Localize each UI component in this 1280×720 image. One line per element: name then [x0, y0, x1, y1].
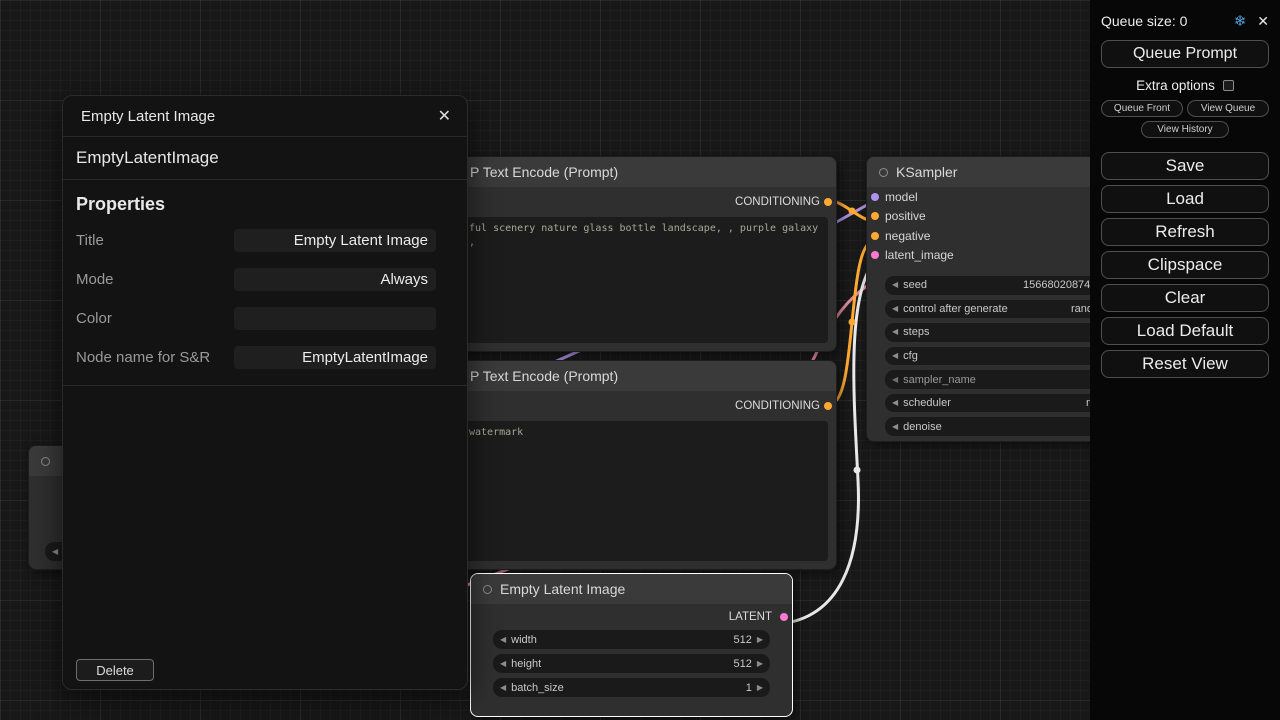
close-icon[interactable]: ✕	[1257, 13, 1269, 30]
widget-name: batch_size	[511, 682, 564, 694]
view-history-button[interactable]: View History	[1141, 121, 1229, 138]
node-title: P Text Encode (Prompt)	[470, 164, 618, 180]
field-label-mode: Mode	[76, 271, 114, 288]
properties-heading: Properties	[63, 180, 467, 219]
node-type-name: EmptyLatentImage	[63, 137, 467, 180]
output-label: CONDITIONING	[735, 196, 820, 208]
reset-view-button[interactable]: Reset View	[1101, 350, 1269, 378]
widget-name: control after generate	[903, 303, 1008, 315]
arrow-left-icon[interactable]: ◀	[500, 684, 506, 692]
collapse-dot[interactable]	[879, 168, 888, 177]
arrow-left-icon[interactable]: ◀	[892, 352, 898, 360]
node-empty-latent-image[interactable]: Empty Latent Image LATENT ◀ width 512 ▶ …	[470, 573, 793, 717]
view-queue-button[interactable]: View Queue	[1187, 100, 1269, 117]
input-label: positive	[885, 209, 926, 223]
widget-name: cfg	[903, 350, 918, 362]
arrow-left-icon[interactable]: ◀	[892, 376, 898, 384]
model-input-socket[interactable]	[871, 193, 879, 201]
arrow-left-icon[interactable]: ◀	[52, 548, 58, 556]
prompt-textarea[interactable]: watermark	[449, 421, 828, 561]
settings-snowflake-icon[interactable]: ❄	[1234, 12, 1247, 30]
widget-name: height	[511, 658, 541, 670]
latent-input-socket[interactable]	[871, 251, 879, 259]
latent-output-socket[interactable]	[780, 613, 788, 621]
widget-name: sampler_name	[903, 374, 976, 386]
queue-size-label: Queue size: 0	[1101, 13, 1187, 29]
arrow-right-icon[interactable]: ▶	[757, 684, 763, 692]
arrow-left-icon[interactable]: ◀	[892, 328, 898, 336]
widget-value[interactable]: 512	[733, 634, 751, 646]
clipspace-button[interactable]: Clipspace	[1101, 251, 1269, 279]
load-default-button[interactable]: Load Default	[1101, 317, 1269, 345]
field-label-color: Color	[76, 310, 112, 327]
input-label: latent_image	[885, 248, 954, 262]
comfy-menu: Queue size: 0 ❄ ✕ Queue Prompt Extra opt…	[1090, 0, 1280, 720]
prompt-textarea[interactable]: ful scenery nature glass bottle landscap…	[449, 217, 828, 343]
widget-name: width	[511, 634, 537, 646]
save-button[interactable]: Save	[1101, 152, 1269, 180]
output-label: CONDITIONING	[735, 400, 820, 412]
widget-value[interactable]: 1	[746, 682, 752, 694]
queue-prompt-button[interactable]: Queue Prompt	[1101, 40, 1269, 68]
conditioning-output-socket[interactable]	[824, 402, 832, 410]
output-label: LATENT	[729, 611, 772, 623]
mode-field[interactable]: Always	[234, 268, 436, 291]
widget-width[interactable]: ◀ width 512 ▶	[493, 630, 770, 649]
arrow-right-icon[interactable]: ▶	[757, 660, 763, 668]
arrow-left-icon[interactable]: ◀	[892, 281, 898, 289]
node-title: Empty Latent Image	[500, 581, 625, 597]
extra-options-label: Extra options	[1136, 78, 1215, 93]
arrow-left-icon[interactable]: ◀	[892, 423, 898, 431]
widget-name: scheduler	[903, 397, 951, 409]
positive-input-socket[interactable]	[871, 212, 879, 220]
color-field[interactable]	[234, 307, 436, 330]
clear-button[interactable]: Clear	[1101, 284, 1269, 312]
input-label: model	[885, 190, 918, 204]
node-title: P Text Encode (Prompt)	[470, 368, 618, 384]
arrow-right-icon[interactable]: ▶	[757, 636, 763, 644]
field-label-node-name: Node name for S&R	[76, 349, 210, 366]
field-label-title: Title	[76, 232, 104, 249]
arrow-left-icon[interactable]: ◀	[892, 399, 898, 407]
conditioning-output-socket[interactable]	[824, 198, 832, 206]
title-field[interactable]: Empty Latent Image	[234, 229, 436, 252]
arrow-left-icon[interactable]: ◀	[500, 636, 506, 644]
delete-button[interactable]: Delete	[76, 659, 154, 681]
arrow-left-icon[interactable]: ◀	[500, 660, 506, 668]
widget-height[interactable]: ◀ height 512 ▶	[493, 654, 770, 673]
queue-front-button[interactable]: Queue Front	[1101, 100, 1183, 117]
node-clip-text-encode-negative[interactable]: P Text Encode (Prompt) CONDITIONING wate…	[440, 360, 837, 570]
load-button[interactable]: Load	[1101, 185, 1269, 213]
arrow-left-icon[interactable]: ◀	[892, 305, 898, 313]
widget-batch-size[interactable]: ◀ batch_size 1 ▶	[493, 678, 770, 697]
node-properties-dialog: Empty Latent Image ✕ EmptyLatentImage Pr…	[62, 95, 468, 690]
refresh-button[interactable]: Refresh	[1101, 218, 1269, 246]
widget-name: seed	[903, 279, 927, 291]
collapse-dot[interactable]	[483, 585, 492, 594]
node-name-field[interactable]: EmptyLatentImage	[234, 346, 436, 369]
widget-value[interactable]: 512	[733, 658, 751, 670]
close-icon[interactable]: ✕	[438, 106, 451, 126]
dialog-title: Empty Latent Image	[81, 108, 215, 125]
widget-value[interactable]: 15668020874	[1023, 279, 1090, 291]
collapse-dot[interactable]	[41, 457, 50, 466]
widget-name: denoise	[903, 421, 942, 433]
widget-name: steps	[903, 326, 929, 338]
node-clip-text-encode-positive[interactable]: P Text Encode (Prompt) CONDITIONING ful …	[440, 156, 837, 352]
negative-input-socket[interactable]	[871, 232, 879, 240]
input-label: negative	[885, 229, 930, 243]
extra-options-checkbox[interactable]	[1223, 80, 1234, 91]
node-title: KSampler	[896, 164, 957, 180]
